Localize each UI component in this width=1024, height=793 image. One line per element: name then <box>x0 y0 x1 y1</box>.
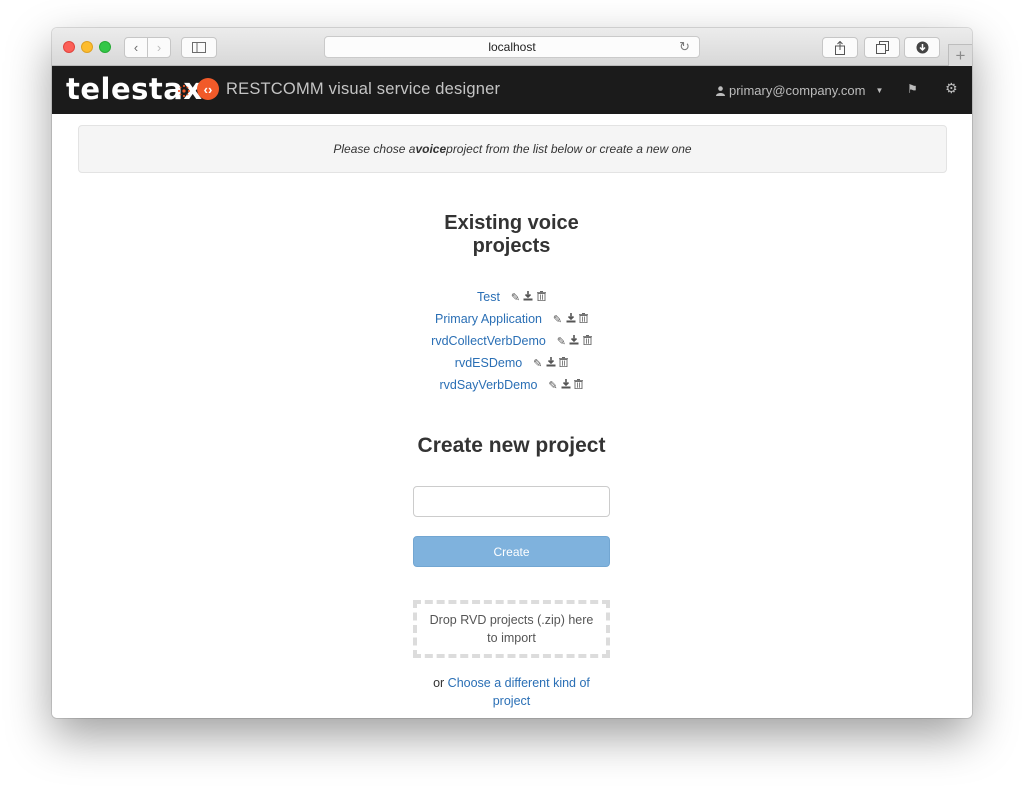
project-actions: ✎ <box>547 378 584 392</box>
restcomm-logo-icon: ‹› <box>197 78 219 100</box>
trash-icon[interactable] <box>578 312 589 326</box>
address-bar[interactable]: localhost ↻ <box>324 36 700 58</box>
user-email: primary@company.com <box>729 83 866 98</box>
trash-icon[interactable] <box>558 356 569 370</box>
brand-spark-icon <box>177 84 191 98</box>
edit-icon[interactable]: ✎ <box>552 313 563 326</box>
share-button[interactable] <box>822 37 858 58</box>
project-link[interactable]: Test <box>477 290 500 304</box>
project-list: Test ✎ Primary Application ✎ rvdCollectVerbD… <box>352 286 672 396</box>
app-title: RESTCOMM visual service designer <box>226 80 501 98</box>
reload-icon[interactable]: ↻ <box>679 39 690 55</box>
browser-window: ‹ › localhost ↻ + telestax ‹› RESTCOMM v… <box>52 28 972 718</box>
info-banner: Please chose a voice project from the li… <box>78 125 947 173</box>
trash-icon[interactable] <box>573 378 584 392</box>
chevron-down-icon: ▼ <box>875 86 884 95</box>
zoom-window-button[interactable] <box>99 41 111 53</box>
user-icon <box>716 85 725 96</box>
banner-text-emphasis: voice <box>415 142 447 156</box>
choose-other-kind-link[interactable]: Choose a different kind of project <box>448 676 590 708</box>
sidebar-icon <box>192 42 206 53</box>
project-actions: ✎ <box>532 356 569 370</box>
choose-other-kind: or Choose a different kind of project <box>413 674 610 710</box>
url-text: localhost <box>488 40 536 54</box>
back-button[interactable]: ‹ <box>124 37 148 58</box>
project-item: Primary Application ✎ <box>352 308 672 330</box>
flag-icon[interactable]: ⚑ <box>907 82 918 96</box>
new-tab-icon: + <box>955 45 966 65</box>
browser-toolbar: ‹ › localhost ↻ + <box>52 28 972 66</box>
user-menu-dropdown[interactable]: primary@company.com ▼ <box>716 83 883 98</box>
edit-icon[interactable]: ✎ <box>547 379 558 392</box>
choose-other-prefix: or <box>433 676 448 690</box>
project-link[interactable]: Primary Application <box>435 312 542 326</box>
project-name-input[interactable] <box>413 486 610 517</box>
close-window-button[interactable] <box>63 41 75 53</box>
existing-projects-heading: Existing voice projects <box>444 212 579 257</box>
new-tab-button[interactable]: + <box>948 44 972 66</box>
download-icon[interactable] <box>560 378 571 392</box>
trash-icon[interactable] <box>536 290 547 304</box>
project-link[interactable]: rvdESDemo <box>455 356 522 370</box>
forward-icon: › <box>156 40 162 55</box>
forward-button[interactable]: › <box>147 37 171 58</box>
gear-icon[interactable]: ⚙ <box>945 80 958 97</box>
project-item: rvdSayVerbDemo ✎ <box>352 374 672 396</box>
tab-overview-button[interactable] <box>864 37 900 58</box>
create-project-heading: Create new project <box>417 434 606 457</box>
create-button[interactable]: Create <box>413 536 610 567</box>
banner-text-prefix: Please chose a <box>333 142 416 156</box>
edit-icon[interactable]: ✎ <box>532 357 543 370</box>
edit-icon[interactable]: ✎ <box>510 291 521 304</box>
project-actions: ✎ <box>556 334 593 348</box>
banner-text-suffix: project from the list below or create a … <box>446 142 692 156</box>
minimize-window-button[interactable] <box>81 41 93 53</box>
project-actions: ✎ <box>510 290 547 304</box>
main-content: Please chose a voice project from the li… <box>52 114 972 718</box>
download-icon[interactable] <box>545 356 556 370</box>
project-item: rvdESDemo ✎ <box>352 352 672 374</box>
edit-icon[interactable]: ✎ <box>556 335 567 348</box>
back-icon: ‹ <box>133 40 139 55</box>
download-icon[interactable] <box>523 290 534 304</box>
project-item: rvdCollectVerbDemo ✎ <box>352 330 672 352</box>
app-navbar: telestax ‹› RESTCOMM visual service desi… <box>52 66 972 114</box>
project-link[interactable]: rvdSayVerbDemo <box>440 378 538 392</box>
import-dropzone[interactable]: Drop RVD projects (.zip) here to import <box>413 600 610 658</box>
download-icon[interactable] <box>569 334 580 348</box>
trash-icon[interactable] <box>582 334 593 348</box>
download-icon[interactable] <box>565 312 576 326</box>
downloads-button[interactable] <box>904 37 940 58</box>
project-item: Test ✎ <box>352 286 672 308</box>
share-icon <box>835 40 845 55</box>
dropzone-text: Drop RVD projects (.zip) here to import <box>429 613 594 645</box>
download-icon <box>916 41 928 54</box>
tabs-icon <box>875 41 889 54</box>
sidebar-toggle-button[interactable] <box>181 37 217 58</box>
project-link[interactable]: rvdCollectVerbDemo <box>431 334 546 348</box>
project-actions: ✎ <box>552 312 589 326</box>
